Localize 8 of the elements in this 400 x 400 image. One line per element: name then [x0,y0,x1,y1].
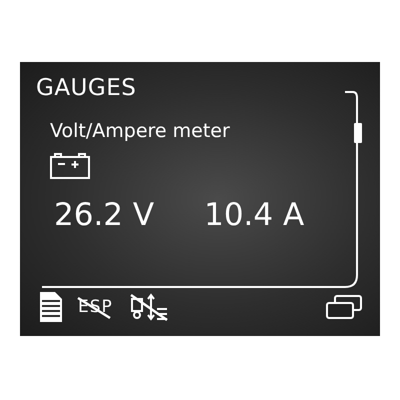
gauge-name: Volt/Ampere meter [50,119,230,143]
battery-icon [50,153,90,179]
document-icon [40,292,62,322]
scrollbar-thumb [354,123,362,143]
screen-title: GAUGES [36,74,136,103]
windows-icon[interactable] [326,295,362,319]
gauge-reading: 26.2 V [54,196,154,235]
gauge-reading: 10.4 A [204,196,304,235]
